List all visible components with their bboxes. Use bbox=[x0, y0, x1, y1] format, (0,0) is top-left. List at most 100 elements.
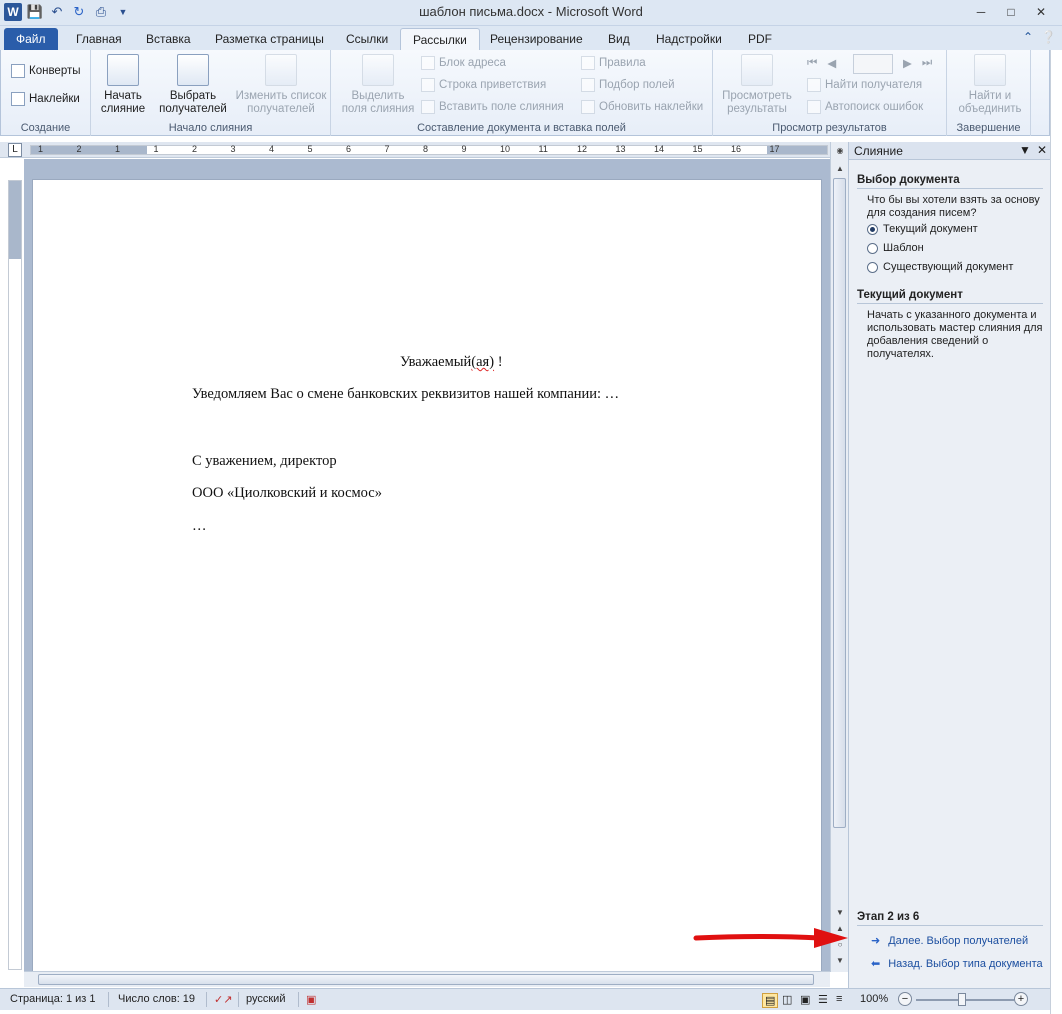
tab-review[interactable]: Рецензирование bbox=[478, 28, 595, 50]
select-recipients-icon bbox=[177, 54, 209, 86]
last-record-icon[interactable]: ⏭ bbox=[922, 57, 932, 70]
insert-merge-field-button[interactable]: Вставить поле слияния bbox=[421, 100, 564, 114]
scroll-up-icon[interactable]: ▲ bbox=[834, 164, 846, 176]
greeting-line-button[interactable]: Строка приветствия bbox=[421, 78, 546, 92]
ruler-tick-label: 4 bbox=[269, 144, 275, 154]
pane-options-icon[interactable]: ▼ bbox=[1019, 143, 1031, 157]
zoom-out-icon[interactable]: − bbox=[898, 992, 912, 1006]
status-page[interactable]: Страница: 1 из 1 bbox=[10, 993, 96, 1005]
tab-mailings[interactable]: Рассылки bbox=[400, 28, 480, 50]
radio-existing-document[interactable]: Существующий документ bbox=[867, 261, 1013, 273]
vertical-ruler[interactable] bbox=[8, 180, 22, 970]
tab-view[interactable]: Вид bbox=[596, 28, 642, 50]
horizontal-ruler[interactable]: L 1 2 1 1 2 3 4 5 6 7 8 9 10 11 12 13 14 15 16 17 bbox=[0, 142, 848, 158]
status-bar: Страница: 1 из 1 Число слов: 19 ✓↗ русск… bbox=[0, 988, 1050, 1010]
maximize-icon[interactable]: □ bbox=[998, 2, 1024, 22]
tab-page-layout[interactable]: Разметка страницы bbox=[203, 28, 336, 50]
proofing-icon[interactable]: ✓↗ bbox=[214, 993, 232, 1006]
auto-check-icon bbox=[807, 100, 821, 114]
address-block-button[interactable]: Блок адреса bbox=[421, 56, 506, 70]
tab-selector-icon[interactable]: L bbox=[8, 143, 22, 157]
ruler-tick-label: 2 bbox=[192, 144, 198, 154]
next-record-icon[interactable]: ▶ bbox=[903, 56, 912, 70]
record-number-input[interactable] bbox=[853, 54, 893, 74]
full-reading-icon[interactable]: ◫ bbox=[782, 993, 792, 1006]
select-recipients-button[interactable]: Выбрать получателей bbox=[155, 54, 231, 116]
arrow-right-icon: ➜ bbox=[871, 935, 881, 947]
background-window-edge bbox=[1050, 50, 1062, 1014]
labels-button[interactable]: Наклейки bbox=[11, 92, 80, 106]
finish-merge-icon bbox=[974, 54, 1006, 86]
help-icon[interactable]: ❔ bbox=[1041, 30, 1056, 44]
scroll-down-icon[interactable]: ▼ bbox=[834, 908, 846, 920]
previous-step-link[interactable]: ⬅ Назад. Выбор типа документа bbox=[871, 957, 1043, 971]
pane-close-icon[interactable]: ✕ bbox=[1037, 143, 1047, 157]
horizontal-scrollbar[interactable] bbox=[24, 971, 830, 987]
horizontal-scroll-thumb[interactable] bbox=[38, 974, 814, 985]
envelopes-button[interactable]: Конверты bbox=[11, 64, 81, 78]
ruler-tick-label: 1 bbox=[153, 144, 159, 154]
ruler-tick-label: 1 bbox=[115, 144, 121, 154]
radio-current-document[interactable]: Текущий документ bbox=[867, 223, 978, 235]
rules-button[interactable]: Правила bbox=[581, 56, 646, 70]
edit-recipients-icon bbox=[265, 54, 297, 86]
radio-selected-icon bbox=[867, 223, 878, 235]
close-icon[interactable]: ✕ bbox=[1028, 2, 1054, 22]
next-step-link[interactable]: ➜ Далее. Выбор получателей bbox=[871, 934, 1028, 948]
minimize-ribbon-icon[interactable]: ⌃ bbox=[1023, 30, 1033, 44]
tab-pdf[interactable]: PDF bbox=[736, 28, 784, 50]
pane-header: Слияние ▼ ✕ bbox=[849, 142, 1051, 160]
group-label-start-merge: Начало слияния bbox=[168, 122, 253, 134]
tab-insert[interactable]: Вставка bbox=[134, 28, 203, 50]
document-page[interactable]: Уважаемый(ая) ! Уведомляем Вас о смене б… bbox=[32, 179, 822, 979]
ruler-tick-label: 6 bbox=[346, 144, 352, 154]
tab-references[interactable]: Ссылки bbox=[334, 28, 400, 50]
tab-home[interactable]: Главная bbox=[64, 28, 134, 50]
body-line-2[interactable]: С уважением, директор bbox=[192, 453, 337, 470]
first-record-icon[interactable]: ⏮ bbox=[807, 57, 817, 70]
preview-results-icon bbox=[741, 54, 773, 86]
mail-merge-pane: Слияние ▼ ✕ Выбор документа Что бы вы хо… bbox=[848, 142, 1051, 988]
status-word-count[interactable]: Число слов: 19 bbox=[118, 993, 195, 1005]
print-layout-icon[interactable]: ▤ bbox=[762, 993, 779, 1008]
macro-record-icon[interactable]: ▣ bbox=[306, 993, 316, 1006]
greeting-line-icon bbox=[421, 78, 435, 92]
preview-results-button[interactable]: Просмотреть результаты bbox=[715, 54, 799, 116]
ruler-tick-label: 16 bbox=[731, 144, 742, 154]
tab-addins[interactable]: Надстройки bbox=[644, 28, 734, 50]
zoom-in-icon[interactable]: + bbox=[1014, 992, 1028, 1006]
prev-record-icon[interactable]: ◀ bbox=[827, 56, 836, 70]
draft-icon[interactable]: ≡ bbox=[836, 993, 842, 1005]
current-document-description: Начать с указанного документа и использо… bbox=[867, 309, 1043, 360]
next-page-icon[interactable]: ▼ bbox=[834, 956, 846, 968]
finish-merge-button[interactable]: Найти и объединить bbox=[951, 54, 1029, 116]
status-language[interactable]: русский bbox=[246, 993, 285, 1005]
body-line-1[interactable]: Уведомляем Вас о смене банковских реквиз… bbox=[192, 386, 619, 403]
ruler-tick-label: 3 bbox=[230, 144, 236, 154]
match-fields-button[interactable]: Подбор полей bbox=[581, 78, 675, 92]
auto-check-errors-button[interactable]: Автопоиск ошибок bbox=[807, 100, 923, 114]
ruler-toggle-icon[interactable]: ◉ bbox=[834, 146, 846, 158]
outline-icon[interactable]: ☰ bbox=[818, 993, 828, 1006]
body-line-4[interactable]: … bbox=[192, 518, 207, 535]
radio-template[interactable]: Шаблон bbox=[867, 242, 924, 254]
find-recipient-button[interactable]: Найти получателя bbox=[807, 78, 922, 92]
greeting-line[interactable]: Уважаемый(ая) ! bbox=[400, 354, 503, 371]
ruler-tick-label: 11 bbox=[538, 144, 548, 154]
highlight-fields-button[interactable]: Выделить поля слияния bbox=[335, 54, 421, 116]
insert-field-icon bbox=[421, 100, 435, 114]
ribbon-tabs: Файл Главная Вставка Разметка страницы С… bbox=[0, 26, 1062, 50]
ruler-tick-label: 8 bbox=[423, 144, 429, 154]
update-labels-button[interactable]: Обновить наклейки bbox=[581, 100, 703, 114]
zoom-slider-knob[interactable] bbox=[958, 993, 966, 1006]
start-merge-button[interactable]: Начать слияние bbox=[91, 54, 155, 116]
edit-recipients-button[interactable]: Изменить список получателей bbox=[231, 54, 331, 116]
vertical-scroll-thumb[interactable] bbox=[833, 178, 846, 828]
web-layout-icon[interactable]: ▣ bbox=[800, 993, 810, 1006]
ruler-tick-label: 7 bbox=[384, 144, 390, 154]
zoom-level[interactable]: 100% bbox=[860, 993, 888, 1005]
body-line-3[interactable]: ООО «Циолковский и космос» bbox=[192, 485, 382, 502]
minimize-icon[interactable]: ─ bbox=[968, 2, 994, 22]
tab-file[interactable]: Файл bbox=[4, 28, 58, 50]
vertical-scrollbar[interactable]: ◉ ▲ ▼ ▲ ○ ▼ bbox=[830, 142, 848, 972]
